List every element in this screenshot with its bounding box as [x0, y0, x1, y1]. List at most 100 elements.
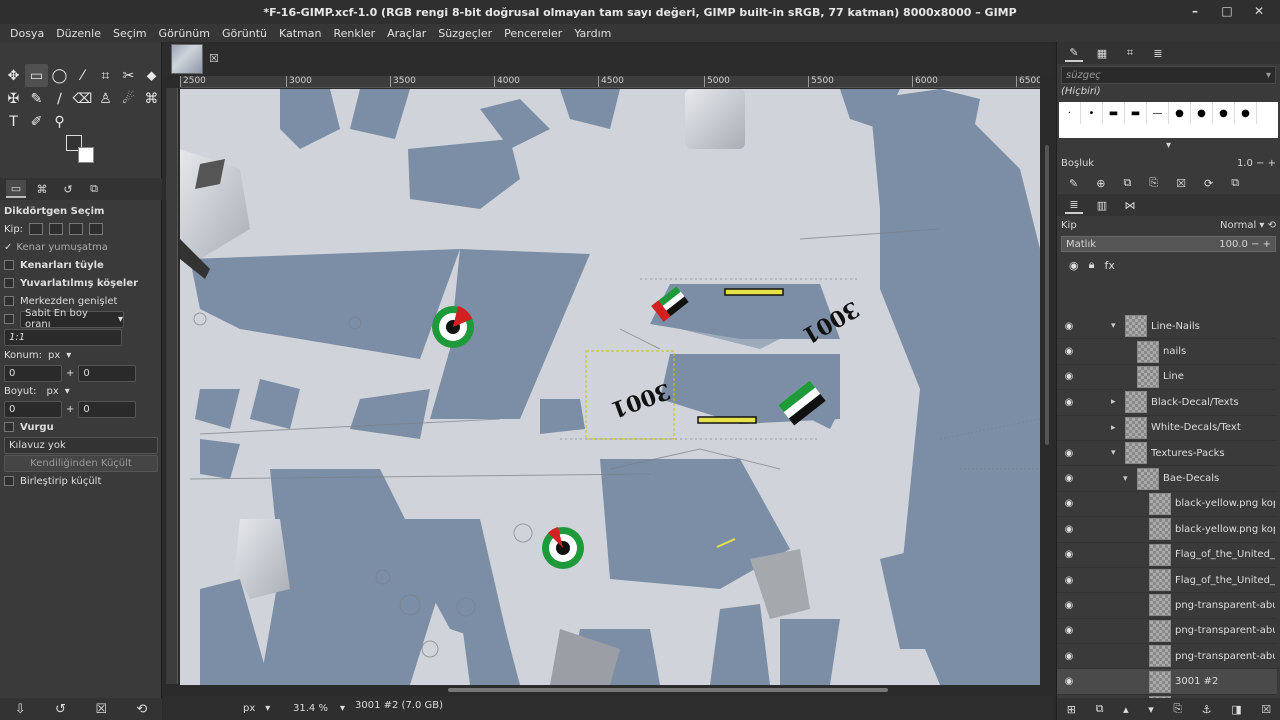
eye-icon[interactable]: ◉: [1063, 448, 1075, 459]
opacity-slider[interactable]: Matlık 100.0 − +: [1061, 236, 1276, 252]
menu-filters[interactable]: Süzgeçler: [432, 27, 498, 40]
close-button[interactable]: ✕: [1252, 3, 1266, 19]
expander-icon[interactable]: ▾: [1111, 321, 1116, 331]
expander-icon[interactable]: ▾: [1123, 474, 1128, 484]
layer-row[interactable]: ◉ black-yellow.png kop: [1057, 517, 1277, 543]
ratio-input[interactable]: 1:1: [4, 328, 122, 346]
maximize-button[interactable]: □: [1220, 3, 1234, 19]
bucket-fill-tool-icon[interactable]: ✠: [2, 87, 25, 110]
highlight-row[interactable]: Vurgu: [0, 418, 162, 436]
layer-row[interactable]: ◉ ▾ Bae-Decals: [1057, 466, 1277, 492]
text-tool-icon[interactable]: T: [2, 110, 25, 133]
close-image-icon[interactable]: ☒: [209, 52, 219, 65]
layer-row[interactable]: ▸ White-Decals/Text: [1057, 416, 1277, 441]
copy-location-icon[interactable]: ⎘: [1149, 176, 1158, 190]
image-tab-thumbnail[interactable]: [171, 44, 203, 74]
zoom-select[interactable]: 31.4 % ▾: [293, 700, 353, 716]
mode-add-button[interactable]: [49, 223, 64, 235]
merge-checkbox[interactable]: [4, 476, 14, 486]
eye-icon[interactable]: ◉: [1063, 600, 1075, 611]
device-status-tab-icon[interactable]: ⌘: [32, 180, 52, 198]
tool-options-tab-icon[interactable]: ▭: [6, 180, 26, 198]
fx-icon[interactable]: fx: [1104, 259, 1114, 272]
eye-icon[interactable]: ◉: [1063, 498, 1075, 509]
new-brush-icon[interactable]: ⊕: [1096, 177, 1105, 190]
move-tool-icon[interactable]: ✥: [2, 64, 25, 87]
eye-icon[interactable]: ◉: [1063, 676, 1075, 687]
delete-layer-icon[interactable]: ☒: [1261, 703, 1271, 716]
layer-row[interactable]: ◉ png-transparent-abu-c: [1057, 619, 1277, 645]
size-x-input[interactable]: 0: [4, 400, 62, 418]
menu-select[interactable]: Seçim: [107, 27, 153, 40]
new-group-icon[interactable]: ⧉: [1096, 702, 1104, 716]
eye-icon[interactable]: ◉: [1069, 259, 1079, 272]
smudge-tool-icon[interactable]: ☄: [117, 87, 140, 110]
vertical-scrollbar[interactable]: [1042, 89, 1052, 685]
save-options-icon[interactable]: ⇩: [15, 702, 26, 717]
layer-row[interactable]: ◉ png-transparent-abu-c: [1057, 644, 1277, 670]
lasso-tool-icon[interactable]: ◯: [48, 64, 71, 87]
brushes-tab-icon[interactable]: ✎: [1065, 44, 1083, 62]
rounded-row[interactable]: Yuvarlatılmış köşeler: [0, 274, 162, 292]
eye-icon[interactable]: ◉: [1063, 473, 1075, 484]
fixed-checkbox[interactable]: [4, 314, 14, 324]
layer-row[interactable]: ◉ png-transparent-abu-c: [1057, 593, 1277, 619]
raise-layer-icon[interactable]: ▴: [1123, 703, 1129, 716]
eye-icon[interactable]: ◉: [1063, 321, 1075, 332]
rect-select-tool-icon[interactable]: ▭: [25, 64, 48, 87]
fixed-select[interactable]: Sabit En boy oranı ▾: [20, 308, 124, 330]
clone-tool-icon[interactable]: ♙: [94, 87, 117, 110]
paths-tab-icon[interactable]: ⋈: [1121, 196, 1139, 214]
eraser-tool-icon[interactable]: ⌫: [71, 87, 94, 110]
feather-row[interactable]: Kenarları tüyle: [0, 256, 162, 274]
channels-tab-icon[interactable]: ▥: [1093, 196, 1111, 214]
eye-icon[interactable]: ◉: [1063, 549, 1075, 560]
expander-icon[interactable]: ▾: [1111, 448, 1116, 458]
eye-icon[interactable]: ◉: [1063, 346, 1075, 357]
paintbrush-tool-icon[interactable]: ✎: [25, 87, 48, 110]
duplicate-layer-icon[interactable]: ⎘: [1173, 702, 1182, 716]
images-tab-icon[interactable]: ⧉: [84, 180, 104, 198]
lock-icon[interactable]: 🔒︎: [1089, 258, 1095, 272]
reset-options-icon[interactable]: ⟲: [136, 702, 147, 717]
fonts-tab-icon[interactable]: ⌗: [1121, 44, 1139, 62]
brush-grid[interactable]: · • ▬ ▬ — ● ● ● ●: [1059, 102, 1278, 138]
image-canvas[interactable]: 3001 3001: [180, 89, 1040, 685]
menu-view[interactable]: Görünüm: [153, 27, 216, 40]
expander-icon[interactable]: ▸: [1111, 423, 1116, 433]
fuzzy-select-tool-icon[interactable]: ⁄: [71, 64, 94, 87]
menu-windows[interactable]: Pencereler: [498, 27, 568, 40]
expander-icon[interactable]: ▸: [1111, 397, 1116, 407]
document-history-tab-icon[interactable]: ≣: [1149, 44, 1167, 62]
layer-row[interactable]: ◉ Line: [1057, 365, 1277, 391]
layer-row[interactable]: ◉ Flag_of_the_United_A: [1057, 568, 1277, 594]
rounded-checkbox[interactable]: [4, 278, 14, 288]
edit-brush-icon[interactable]: ✎: [1069, 177, 1078, 190]
eye-icon[interactable]: [1063, 423, 1075, 433]
chevron-down-icon[interactable]: ▾: [65, 386, 70, 397]
pos-y-input[interactable]: 0: [78, 364, 137, 382]
menu-colors[interactable]: Renkler: [328, 27, 382, 40]
plus-icon[interactable]: +: [66, 404, 74, 415]
delete-brush-icon[interactable]: ☒: [1176, 177, 1186, 190]
chevron-down-icon[interactable]: ▾: [66, 350, 71, 361]
crop-tool-icon[interactable]: ⌗: [94, 64, 117, 87]
color-picker-tool-icon[interactable]: ✐: [25, 110, 48, 133]
center-checkbox[interactable]: [4, 296, 14, 306]
patterns-tab-icon[interactable]: ▦: [1093, 44, 1111, 62]
shrink-button[interactable]: Kendiliğinden Küçült: [4, 454, 158, 472]
feather-checkbox[interactable]: [4, 260, 14, 270]
layer-row[interactable]: ◉ black-yellow.png kopy: [1057, 492, 1277, 518]
pos-x-input[interactable]: 0: [4, 364, 62, 382]
paths-tool-icon[interactable]: ⌘: [140, 87, 163, 110]
position-unit[interactable]: px: [48, 350, 60, 361]
mode-replace-button[interactable]: [29, 223, 44, 235]
menu-image[interactable]: Görüntü: [216, 27, 273, 40]
size-y-input[interactable]: 0: [78, 400, 137, 418]
highlight-checkbox[interactable]: [4, 422, 14, 432]
open-as-image-icon[interactable]: ⧉: [1231, 176, 1239, 190]
minimize-button[interactable]: –: [1188, 3, 1202, 19]
chevron-down-icon[interactable]: ▾: [1057, 140, 1280, 154]
unit-select[interactable]: px ▾: [243, 700, 283, 716]
layer-row[interactable]: ◉ Flag_of_the_United_A: [1057, 543, 1277, 568]
